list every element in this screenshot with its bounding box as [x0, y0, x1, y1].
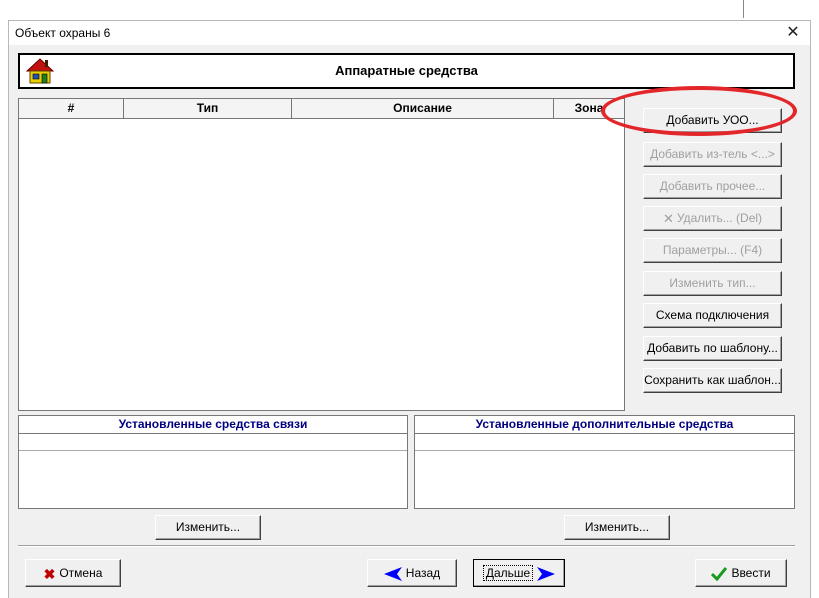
comm-panel-title: Установленные средства связи [19, 416, 407, 434]
cancel-button[interactable]: ✖ Отмена [25, 559, 121, 587]
comm-panel[interactable]: Установленные средства связи [18, 415, 408, 509]
extra-panel-title: Установленные дополнительные средства [415, 416, 794, 434]
add-by-template-button[interactable]: Добавить по шаблону... [643, 336, 782, 361]
add-other-button[interactable]: Добавить прочее... [643, 174, 782, 199]
enter-button[interactable]: Ввести [695, 559, 787, 587]
arrow-left-icon [383, 566, 402, 581]
cancel-x-icon: ✖ [43, 565, 56, 582]
parameters-button[interactable]: Параметры... (F4) [643, 238, 782, 263]
arrow-right-icon [537, 566, 556, 581]
connection-scheme-button[interactable]: Схема подключения [643, 303, 782, 328]
window-title: Объект охраны 6 [15, 26, 111, 40]
next-button-label: Дальше [482, 565, 534, 581]
delete-button-label: Удалить... (Del) [676, 211, 763, 225]
back-button-label: Назад [405, 566, 441, 580]
column-header-number[interactable]: # [19, 99, 124, 119]
footer-separator-highlight [18, 546, 795, 547]
save-as-template-button[interactable]: Сохранить как шаблон... [643, 368, 782, 393]
change-comm-button[interactable]: Изменить... [155, 515, 261, 540]
title-bar: Объект охраны 6 ✕ [9, 21, 810, 45]
delete-button[interactable]: ✕ Удалить... (Del) [643, 206, 782, 231]
column-header-type[interactable]: Тип [124, 99, 292, 119]
extra-panel[interactable]: Установленные дополнительные средства [414, 415, 795, 509]
highlight-annotation [601, 86, 797, 136]
add-detector-button[interactable]: Добавить из-тель <...> [643, 142, 782, 167]
next-button[interactable]: Дальше [473, 559, 565, 587]
delete-x-icon: ✕ [662, 211, 674, 227]
extra-panel-divider [415, 450, 794, 451]
change-extra-button[interactable]: Изменить... [564, 515, 670, 540]
change-type-button[interactable]: Изменить тип... [643, 271, 782, 296]
comm-panel-divider [19, 450, 407, 451]
column-header-description[interactable]: Описание [292, 99, 554, 119]
enter-button-label: Ввести [731, 566, 771, 580]
hardware-table[interactable]: # Тип Описание Зона [18, 98, 625, 411]
dialog-window: Объект охраны 6 ✕ Аппаратные средства # … [8, 20, 811, 598]
close-button[interactable]: ✕ [779, 23, 807, 43]
cancel-button-label: Отмена [59, 566, 103, 580]
background-window-edge [743, 0, 744, 18]
section-title: Аппаратные средства [335, 63, 478, 78]
section-header: Аппаратные средства [18, 53, 795, 89]
back-button[interactable]: Назад [367, 559, 457, 587]
checkmark-icon [711, 566, 728, 581]
